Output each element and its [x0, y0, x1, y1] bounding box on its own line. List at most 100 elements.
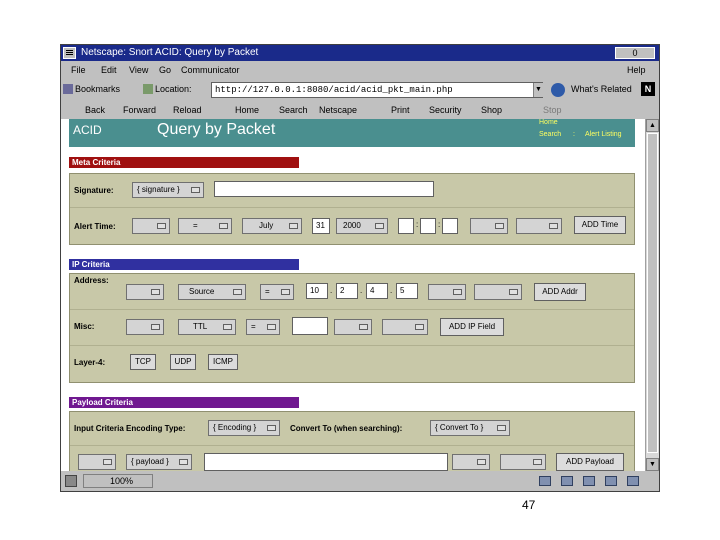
- bookmarks-button[interactable]: Bookmarks: [75, 84, 120, 94]
- alert-time-close-paren-select[interactable]: [470, 218, 508, 234]
- misc-label: Misc:: [74, 322, 95, 331]
- month-select[interactable]: July: [242, 218, 302, 234]
- search-button[interactable]: Search: [279, 101, 308, 119]
- scroll-up-icon[interactable]: ▲: [646, 119, 659, 132]
- minute-input[interactable]: [420, 218, 436, 234]
- menu-go[interactable]: Go: [159, 61, 171, 79]
- security-lock-icon[interactable]: [65, 475, 77, 487]
- composer-icon[interactable]: [605, 476, 617, 486]
- misc-paren-select[interactable]: [126, 319, 164, 335]
- address-bool-select[interactable]: [474, 284, 522, 300]
- dropdown-icon: [223, 324, 232, 330]
- component-icon[interactable]: [539, 476, 551, 486]
- payload-input[interactable]: [204, 453, 448, 471]
- menu-file[interactable]: File: [71, 61, 86, 79]
- scroll-thumb[interactable]: [647, 133, 658, 453]
- forward-button[interactable]: Forward: [123, 101, 156, 119]
- netscape-logo-icon: N: [641, 82, 655, 96]
- taskbar-icon[interactable]: [627, 476, 639, 486]
- ip-octet-4[interactable]: 5: [396, 283, 418, 299]
- newsgroup-icon[interactable]: [583, 476, 595, 486]
- menu-bar: File Edit View Go Communicator Help: [61, 61, 659, 79]
- convert-select[interactable]: { Convert To }: [430, 420, 510, 436]
- scroll-down-icon[interactable]: ▼: [646, 458, 659, 471]
- add-payload-button[interactable]: ADD Payload: [556, 453, 624, 471]
- shop-button[interactable]: Shop: [481, 101, 502, 119]
- signature-input[interactable]: [214, 181, 434, 197]
- netscape-button[interactable]: Netscape: [319, 101, 357, 119]
- encoding-label: Input Criteria Encoding Type:: [74, 424, 186, 433]
- dropdown-icon: [289, 223, 298, 229]
- month-text: July: [259, 221, 274, 230]
- payload-criteria-panel: Input Criteria Encoding Type: { Encoding…: [69, 411, 635, 471]
- misc-row: Misc: TTL = ADD IP Field: [70, 310, 634, 346]
- menu-communicator[interactable]: Communicator: [181, 61, 240, 79]
- second-input[interactable]: [442, 218, 458, 234]
- alert-time-label: Alert Time:: [74, 222, 116, 231]
- address-op-select[interactable]: =: [260, 284, 294, 300]
- day-input[interactable]: 31: [312, 218, 330, 234]
- menu-help[interactable]: Help: [627, 61, 646, 79]
- misc-op-select[interactable]: =: [246, 319, 280, 335]
- page-content: ACID Query by Packet Home Search : Alert…: [61, 119, 659, 471]
- signature-select[interactable]: { signature }: [132, 182, 204, 198]
- ip-octet-3[interactable]: 4: [366, 283, 388, 299]
- meta-criteria-panel: Signature: { signature } Alert Time: = J…: [69, 173, 635, 245]
- home-button[interactable]: Home: [235, 101, 259, 119]
- hour-input[interactable]: [398, 218, 414, 234]
- misc-value-input[interactable]: [292, 317, 328, 335]
- layer4-label: Layer-4:: [74, 358, 106, 367]
- vertical-scrollbar[interactable]: ▲ ▼: [645, 119, 659, 471]
- mail-icon[interactable]: [561, 476, 573, 486]
- security-button[interactable]: Security: [429, 101, 462, 119]
- udp-button[interactable]: UDP: [170, 354, 196, 370]
- misc-bool-select[interactable]: [382, 319, 428, 335]
- payload-op-select[interactable]: { payload }: [126, 454, 192, 470]
- url-field[interactable]: http://127.0.0.1:8080/acid/acid_pkt_main…: [211, 82, 543, 98]
- stop-button[interactable]: Stop: [543, 101, 562, 119]
- alert-time-op-select[interactable]: =: [178, 218, 232, 234]
- encoding-select[interactable]: { Encoding }: [208, 420, 280, 436]
- dropdown-icon: [375, 223, 384, 229]
- payload-bool-select[interactable]: [500, 454, 546, 470]
- alert-time-paren-select[interactable]: [132, 218, 170, 234]
- menu-view[interactable]: View: [129, 61, 148, 79]
- url-dropdown-icon[interactable]: ▼: [533, 83, 543, 97]
- home-link[interactable]: Home: [539, 119, 558, 126]
- year-select[interactable]: 2000: [336, 218, 388, 234]
- address-close-paren-select[interactable]: [428, 284, 466, 300]
- dropdown-icon: [151, 324, 160, 330]
- dropdown-icon: [495, 223, 504, 229]
- ip-octet-2[interactable]: 2: [336, 283, 358, 299]
- misc-close-paren-select[interactable]: [334, 319, 372, 335]
- back-button[interactable]: Back: [85, 101, 105, 119]
- window-controls[interactable]: 0: [615, 47, 655, 59]
- reload-button[interactable]: Reload: [173, 101, 202, 119]
- print-button[interactable]: Print: [391, 101, 410, 119]
- window-menu-icon[interactable]: [63, 47, 76, 59]
- search-link[interactable]: Search: [539, 131, 561, 138]
- payload-close-paren-select[interactable]: [452, 454, 490, 470]
- icmp-button[interactable]: ICMP: [208, 354, 238, 370]
- whats-related-button[interactable]: What's Related: [571, 84, 632, 94]
- address-paren-select[interactable]: [126, 284, 164, 300]
- convert-label: Convert To (when searching):: [290, 424, 403, 433]
- menu-edit[interactable]: Edit: [101, 61, 117, 79]
- add-time-button[interactable]: ADD Time: [574, 216, 626, 234]
- alert-listing-link[interactable]: Alert Listing: [585, 131, 622, 138]
- dropdown-icon: [179, 459, 188, 465]
- tcp-button[interactable]: TCP: [130, 354, 156, 370]
- address-type-select[interactable]: Source: [178, 284, 246, 300]
- payload-paren-select[interactable]: [78, 454, 116, 470]
- add-addr-button[interactable]: ADD Addr: [534, 283, 586, 301]
- misc-op-text: =: [251, 322, 256, 331]
- ip-octet-1[interactable]: 10: [306, 283, 328, 299]
- dropdown-icon: [191, 187, 200, 193]
- browser-window: Netscape: Snort ACID: Query by Packet 0 …: [60, 44, 660, 492]
- title-bar: Netscape: Snort ACID: Query by Packet 0: [61, 45, 659, 61]
- address-type-text: Source: [189, 287, 215, 296]
- encoding-select-text: { Encoding }: [213, 423, 257, 432]
- add-ip-field-button[interactable]: ADD IP Field: [440, 318, 504, 336]
- alert-time-bool-select[interactable]: [516, 218, 562, 234]
- misc-field-select[interactable]: TTL: [178, 319, 236, 335]
